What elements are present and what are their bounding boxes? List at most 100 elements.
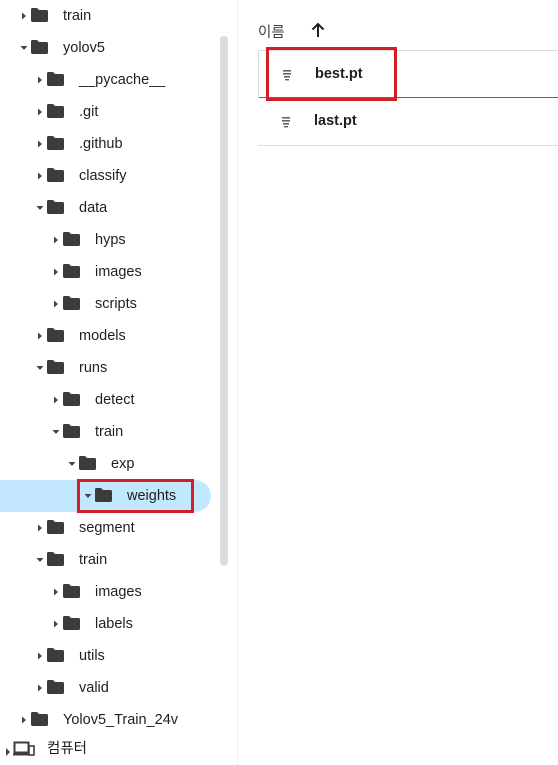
tree-item-label: utils bbox=[79, 648, 105, 664]
tree-item-label: detect bbox=[95, 392, 135, 408]
tree-item-label: Yolov5_Train_24v bbox=[63, 712, 179, 728]
folder-icon bbox=[46, 135, 65, 151]
folder-icon bbox=[30, 7, 49, 23]
folder-icon bbox=[62, 391, 81, 407]
tree-item-github[interactable]: .github bbox=[0, 128, 236, 160]
caret-down-icon[interactable] bbox=[35, 363, 45, 373]
caret-down-icon[interactable] bbox=[51, 427, 61, 437]
tree-item-label: images bbox=[95, 584, 142, 600]
column-header-name[interactable]: 이름 bbox=[258, 21, 285, 42]
caret-right-icon[interactable] bbox=[51, 587, 61, 597]
tree-item-models[interactable]: models bbox=[0, 320, 236, 352]
tree-item-label: train bbox=[95, 424, 124, 440]
file-list-panel: 이름 best.pt last.pt bbox=[237, 0, 558, 765]
caret-right-icon[interactable] bbox=[35, 331, 45, 341]
tree-item-label: valid bbox=[79, 680, 109, 696]
tree-item-scripts[interactable]: scripts bbox=[0, 288, 236, 320]
tree-scrollbar[interactable] bbox=[220, 36, 228, 566]
tree-item-segment[interactable]: segment bbox=[0, 512, 236, 544]
caret-down-icon[interactable] bbox=[35, 203, 45, 213]
tree-item-label: scripts bbox=[95, 296, 137, 312]
tree-item-label: 컴퓨터 bbox=[47, 741, 88, 757]
tree-item-detect[interactable]: detect bbox=[0, 384, 236, 416]
folder-icon bbox=[46, 327, 65, 343]
tree-item-label: classify bbox=[79, 168, 127, 184]
tree-item-label: .github bbox=[79, 136, 123, 152]
tree-item-label: .git bbox=[79, 104, 99, 120]
tree-item-hyps[interactable]: hyps bbox=[0, 224, 236, 256]
tree-item-label: train bbox=[63, 8, 92, 24]
tree-item-images[interactable]: images bbox=[0, 576, 236, 608]
folder-icon bbox=[46, 359, 65, 375]
caret-right-icon[interactable] bbox=[51, 267, 61, 277]
folder-icon bbox=[62, 583, 81, 599]
tree-item-label: segment bbox=[79, 520, 135, 536]
arrow-up-icon[interactable] bbox=[311, 22, 325, 38]
computer-icon bbox=[13, 741, 35, 757]
tree-item-git[interactable]: .git bbox=[0, 96, 236, 128]
folder-icon bbox=[46, 519, 65, 535]
tree-item-yolov5[interactable]: yolov5 bbox=[0, 32, 236, 64]
tree-scrollbar-thumb[interactable] bbox=[220, 36, 228, 566]
tree-item-labels[interactable]: labels bbox=[0, 608, 236, 640]
caret-right-icon[interactable] bbox=[35, 651, 45, 661]
caret-right-icon[interactable] bbox=[35, 107, 45, 117]
tree-item-exp[interactable]: exp bbox=[0, 448, 236, 480]
caret-right-icon[interactable] bbox=[51, 395, 61, 405]
folder-icon bbox=[46, 551, 65, 567]
tree-item-label: runs bbox=[79, 360, 108, 376]
folder-icon bbox=[46, 167, 65, 183]
folder-icon bbox=[30, 39, 49, 55]
tree-item-train[interactable]: train bbox=[0, 0, 236, 32]
tree-item-utils[interactable]: utils bbox=[0, 640, 236, 672]
caret-right-icon[interactable] bbox=[35, 683, 45, 693]
tree-item-label: data bbox=[79, 200, 108, 216]
tree-item-pycache[interactable]: __pycache__ bbox=[0, 64, 236, 96]
caret-right-icon[interactable] bbox=[4, 744, 12, 756]
file-lines-icon bbox=[280, 115, 292, 129]
tree-item-data[interactable]: data bbox=[0, 192, 236, 224]
tree-item-label: labels bbox=[95, 616, 133, 632]
tree-item-label: exp bbox=[111, 456, 135, 472]
folder-icon bbox=[46, 679, 65, 695]
file-name[interactable]: last.pt bbox=[314, 113, 357, 129]
tree-item-train[interactable]: train bbox=[0, 544, 236, 576]
folder-icon bbox=[62, 295, 81, 311]
caret-right-icon[interactable] bbox=[51, 619, 61, 629]
folder-icon bbox=[62, 423, 81, 439]
tree-item-images[interactable]: images bbox=[0, 256, 236, 288]
caret-down-icon[interactable] bbox=[35, 555, 45, 565]
tree-item-valid[interactable]: valid bbox=[0, 672, 236, 704]
folder-icon bbox=[46, 647, 65, 663]
caret-right-icon[interactable] bbox=[51, 235, 61, 245]
caret-right-icon[interactable] bbox=[35, 523, 45, 533]
tree-item-label: train bbox=[79, 552, 108, 568]
tree-item-computer[interactable]: 컴퓨터 bbox=[0, 733, 236, 765]
highlight-box-weights bbox=[77, 479, 194, 513]
highlight-box-best-pt bbox=[266, 47, 397, 101]
folder-icon bbox=[78, 455, 97, 471]
caret-down-icon[interactable] bbox=[19, 43, 29, 53]
folder-icon bbox=[46, 71, 65, 87]
caret-right-icon[interactable] bbox=[35, 75, 45, 85]
tree-item-train[interactable]: train bbox=[0, 416, 236, 448]
caret-right-icon[interactable] bbox=[19, 715, 29, 725]
caret-right-icon[interactable] bbox=[35, 139, 45, 149]
caret-right-icon[interactable] bbox=[51, 299, 61, 309]
tree-item-label: __pycache__ bbox=[79, 72, 166, 88]
file-row-last-pt[interactable]: last.pt bbox=[258, 98, 558, 146]
folder-icon bbox=[30, 711, 49, 727]
folder-icon bbox=[62, 615, 81, 631]
caret-down-icon[interactable] bbox=[67, 459, 77, 469]
tree-item-runs[interactable]: runs bbox=[0, 352, 236, 384]
tree-item-yolov5-train-24v[interactable]: Yolov5_Train_24v bbox=[0, 704, 236, 736]
tree-item-label: hyps bbox=[95, 232, 126, 248]
caret-right-icon[interactable] bbox=[19, 11, 29, 21]
caret-right-icon[interactable] bbox=[35, 171, 45, 181]
folder-icon bbox=[46, 103, 65, 119]
tree-item-label: models bbox=[79, 328, 126, 344]
tree-item-classify[interactable]: classify bbox=[0, 160, 236, 192]
folder-tree: train yolov5 __pycache__ .git .github classif… bbox=[0, 0, 236, 765]
folder-icon bbox=[62, 231, 81, 247]
tree-item-label: yolov5 bbox=[63, 40, 105, 56]
